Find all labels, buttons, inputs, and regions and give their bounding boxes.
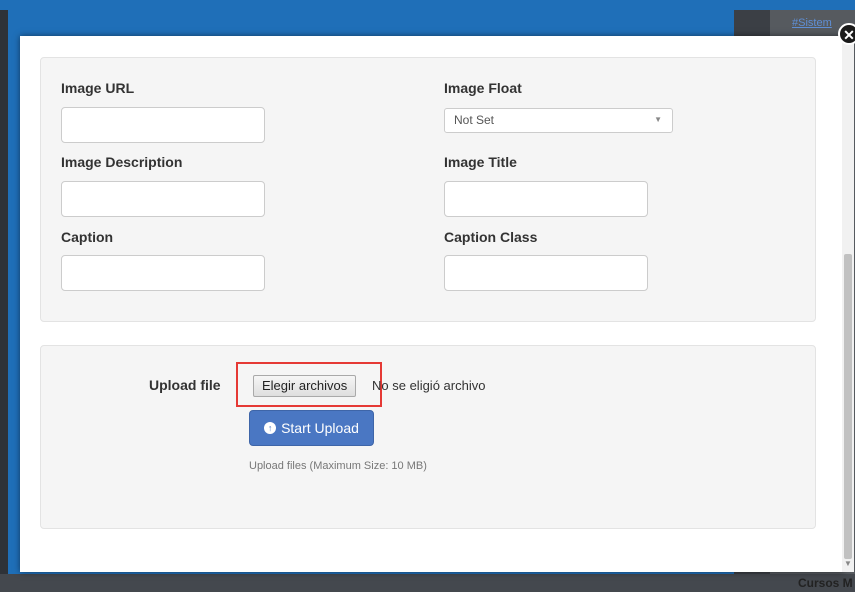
background-link[interactable]: #Sistem bbox=[792, 17, 832, 29]
image-insert-modal: Image URL Image Float Not Set ▼ Image De… bbox=[20, 36, 844, 572]
image-description-input[interactable] bbox=[61, 181, 265, 217]
upload-help-text: Upload files (Maximum Size: 10 MB) bbox=[249, 460, 427, 472]
scrollbar-thumb[interactable] bbox=[844, 254, 852, 559]
image-title-input[interactable] bbox=[444, 181, 648, 217]
image-float-label: Image Float bbox=[444, 80, 522, 96]
image-description-label: Image Description bbox=[61, 154, 183, 170]
caption-class-input[interactable] bbox=[444, 255, 648, 291]
background-footer bbox=[0, 574, 855, 592]
image-url-label: Image URL bbox=[61, 80, 135, 96]
background-footer-text: Cursos M bbox=[798, 576, 853, 590]
image-properties-panel: Image URL Image Float Not Set ▼ Image De… bbox=[40, 57, 816, 322]
start-upload-label: Start Upload bbox=[281, 420, 359, 436]
background-left-edge bbox=[0, 10, 8, 592]
caption-label: Caption bbox=[61, 229, 114, 245]
caption-class-label: Caption Class bbox=[444, 229, 538, 245]
modal-scrollbar[interactable]: ▼ bbox=[842, 36, 854, 572]
image-title-label: Image Title bbox=[444, 154, 517, 170]
scroll-down-icon[interactable]: ▼ bbox=[844, 559, 852, 568]
image-float-select[interactable]: Not Set ▼ bbox=[444, 108, 673, 133]
choose-file-button[interactable]: Elegir archivos bbox=[253, 375, 357, 397]
start-upload-button[interactable]: ↑ Start Upload bbox=[249, 410, 374, 446]
chevron-down-icon: ▼ bbox=[654, 115, 662, 124]
close-icon[interactable]: ✕ bbox=[838, 23, 855, 45]
caption-input[interactable] bbox=[61, 255, 265, 291]
upload-circle-icon: ↑ bbox=[264, 422, 277, 435]
image-float-selected: Not Set bbox=[454, 113, 495, 127]
upload-file-label: Upload file bbox=[149, 377, 221, 393]
file-status-text: No se eligió archivo bbox=[372, 378, 486, 393]
upload-panel: Upload file Elegir archivos No se eligió… bbox=[40, 345, 816, 529]
image-url-input[interactable] bbox=[61, 107, 265, 143]
